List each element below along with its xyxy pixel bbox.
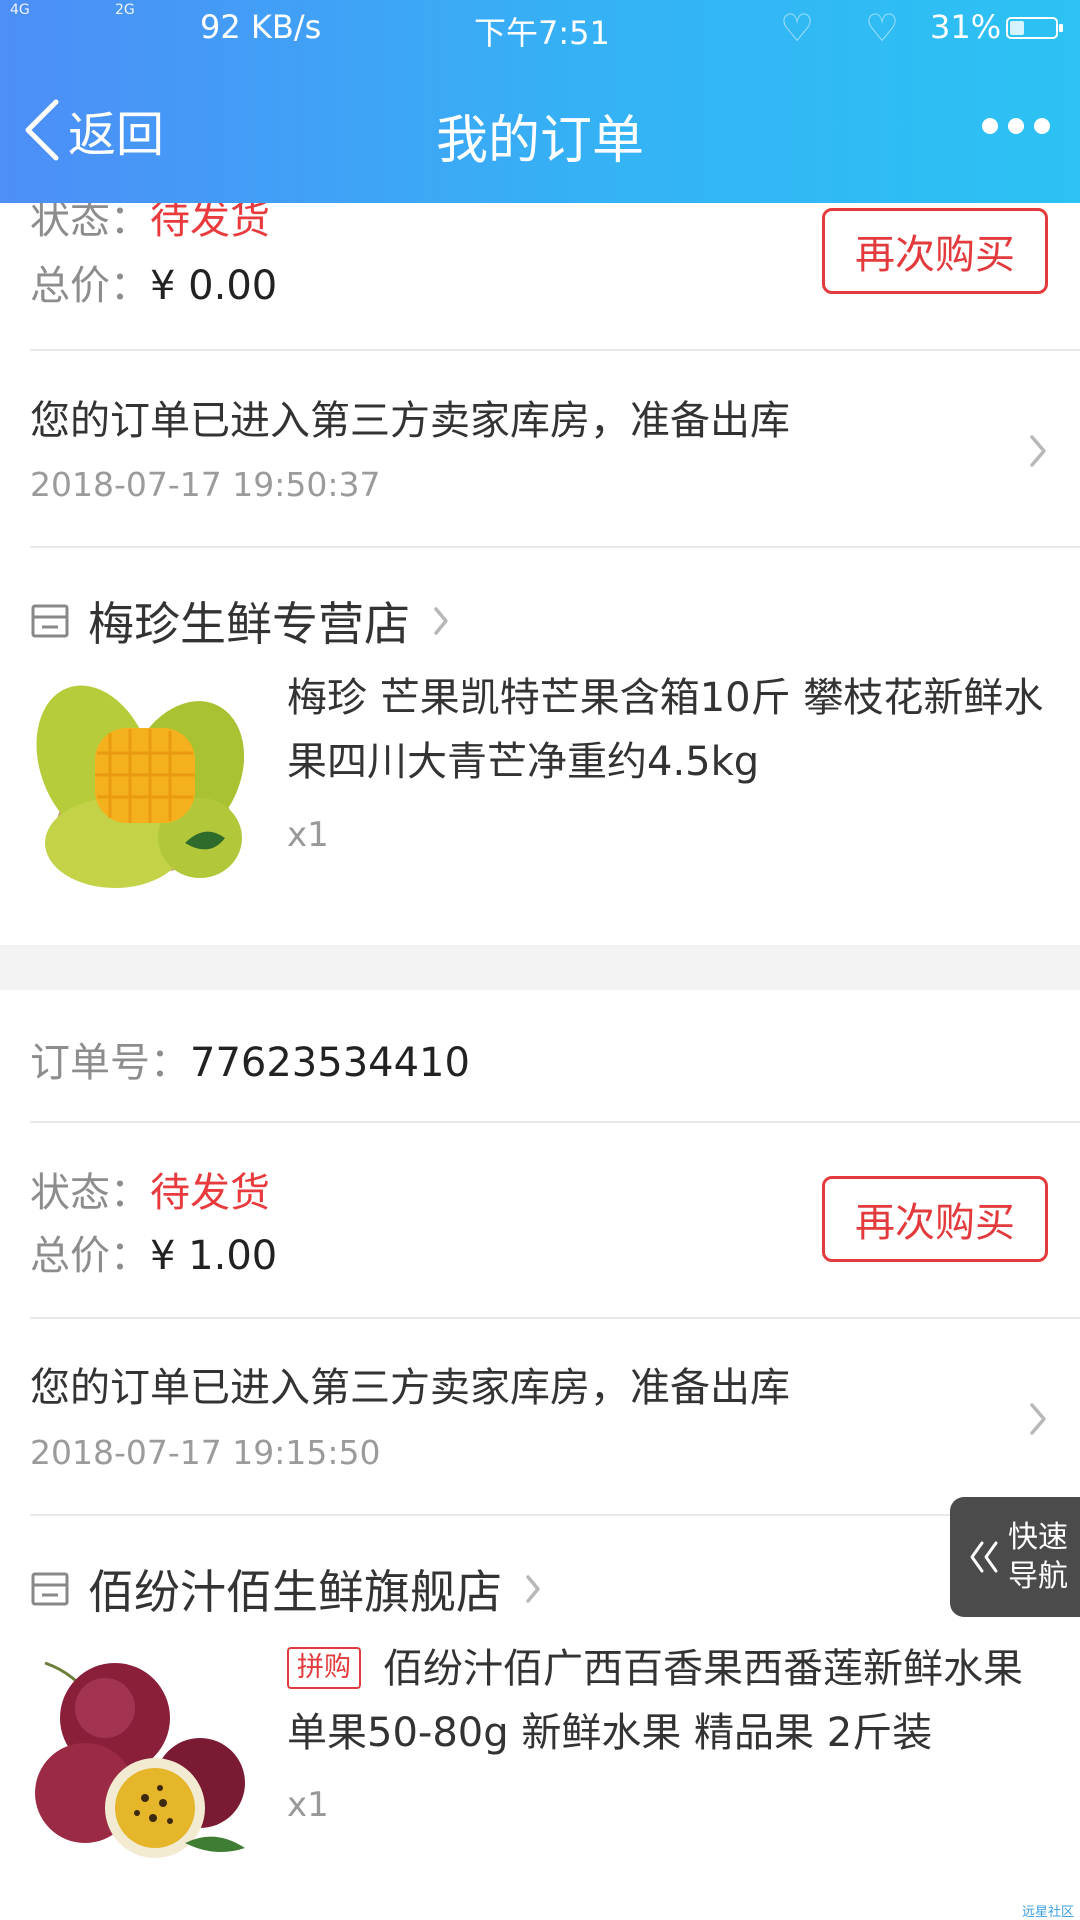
quick-nav-label: 快速 导航 [1008,1518,1068,1596]
chevron-right-icon [1030,1403,1046,1435]
divider [30,1514,1080,1516]
clock: 下午7:51 [474,14,610,52]
quick-nav-line-2: 导航 [1008,1559,1068,1594]
watermark: 远星社区 [1021,1905,1074,1920]
mango-product-image [36,685,245,888]
tracking-time: 2018-07-17 19:15:50 [30,1433,381,1472]
order-number-label: 订单号： [30,1040,190,1086]
rebuy-button[interactable]: 再次购买 [822,1176,1048,1262]
total-line: 总价：¥ 0.00 [30,253,277,311]
status-label: 状态： [30,1170,150,1216]
tracking-text: 您的订单已进入第三方卖家库房，准备出库 [30,1365,790,1411]
quick-nav-button[interactable]: 快速 导航 [950,1497,1080,1617]
status-value: 待发货 [150,1170,270,1216]
total-label: 总价： [30,263,150,309]
group-buy-tag: 拼购 [287,1647,361,1689]
battery-percent: 31% [930,8,1002,46]
chevron-right-icon [1030,435,1046,467]
order-number-line: 订单号：77623534410 [30,1030,470,1088]
heart-icon: ♡ [780,6,815,50]
divider [30,546,1080,548]
chevron-right-icon [434,607,448,635]
shop-name: 佰纷汁佰生鲜旗舰店 [88,1565,502,1619]
total-value: ¥ 0.00 [150,263,278,309]
dot-icon [1034,118,1050,134]
total-label: 总价： [30,1233,150,1279]
page-title: 我的订单 [435,111,644,171]
chevron-right-icon [526,1575,540,1603]
nav-bar: 返回 我的订单 [0,70,1080,190]
total-line: 总价：¥ 1.00 [30,1223,277,1281]
product-title: 梅珍 芒果凯特芒果含箱10斤 攀枝花新鲜水果四川大青芒净重约4.5kg [287,675,1044,785]
rebuy-button[interactable]: 再次购买 [822,208,1048,294]
quick-nav-line-1: 快速 [1008,1520,1068,1555]
tracking-text: 您的订单已进入第三方卖家库房，准备出库 [30,398,790,444]
status-label: 状态： [30,197,150,243]
dot-icon [982,118,998,134]
dot-icon [1008,118,1024,134]
store-icon [31,604,69,638]
product-title-text: 佰纷汁佰广西百香果西番莲新鲜水果单果50-80g 新鲜水果 精品果 2斤装 [287,1646,1023,1756]
network-speed: 92 KB/s [200,8,322,46]
product-qty: x1 [287,815,329,855]
divider [30,1317,1080,1319]
heart-icon: ♡ [865,6,900,50]
shop-name: 梅珍生鲜专营店 [88,597,410,651]
divider [30,1121,1080,1123]
more-button[interactable] [982,118,1050,134]
network-1-indicator: 4G [10,2,30,18]
network-2-indicator: 2G [115,2,135,18]
tracking-time: 2018-07-17 19:50:37 [30,465,381,504]
product-qty: x1 [287,1785,329,1825]
divider [30,349,1080,351]
store-icon [31,1572,69,1606]
battery-icon [1006,17,1063,39]
passion-fruit-product-image [35,1661,245,1858]
product-title: 拼购 佰纷汁佰广西百香果西番莲新鲜水果单果50-80g 新鲜水果 精品果 2斤装 [287,1637,1047,1765]
shop-link[interactable]: 佰纷汁佰生鲜旗舰店 [30,1556,542,1622]
status-bar: 4G 2G 92 KB/s 下午7:51 ♡ ♡ 31% [0,0,1080,56]
battery-level [1010,21,1024,35]
status-value: 待发货 [150,197,270,243]
shop-link[interactable]: 梅珍生鲜专营店 [30,588,450,654]
order-number: 77623534410 [190,1040,470,1086]
section-gap [0,945,1080,990]
total-value: ¥ 1.00 [150,1233,278,1279]
double-chevron-left-icon [970,1541,998,1573]
status-line: 状态：待发货 [30,1160,270,1218]
top-bar: 4G 2G 92 KB/s 下午7:51 ♡ ♡ 31% 返回 我的订单 [0,0,1080,203]
